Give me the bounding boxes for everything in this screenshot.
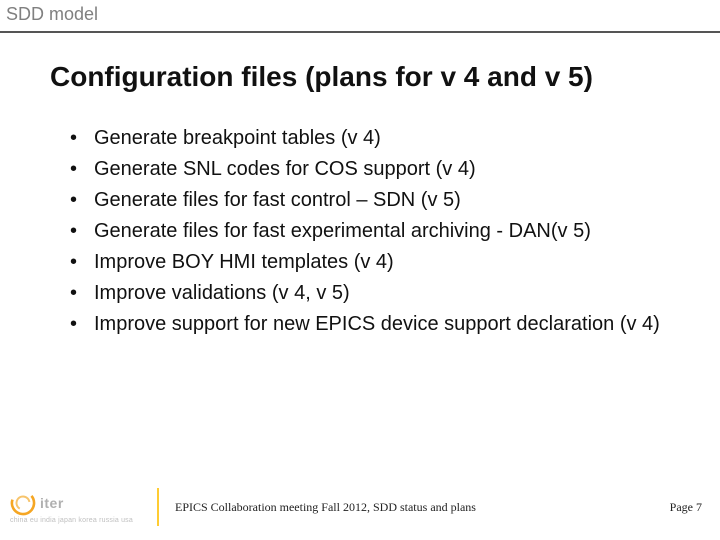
slide-title: Configuration files (plans for v 4 and v…	[0, 33, 720, 113]
list-item: Generate files for fast experimental arc…	[70, 216, 670, 247]
footer-vertical-bar	[157, 488, 159, 526]
logo-countries: china eu india japan korea russia usa	[10, 517, 133, 524]
header-label: SDD model	[0, 0, 720, 31]
logo-block: iter china eu india japan korea russia u…	[10, 490, 133, 524]
page-number: Page 7	[670, 500, 702, 515]
footer-caption: EPICS Collaboration meeting Fall 2012, S…	[175, 500, 476, 515]
logo-text: iter	[40, 495, 64, 511]
footer-left: iter china eu india japan korea russia u…	[10, 488, 476, 526]
list-item: Generate breakpoint tables (v 4)	[70, 123, 670, 154]
list-item: Generate files for fast control – SDN (v…	[70, 185, 670, 216]
list-item: Improve validations (v 4, v 5)	[70, 278, 670, 309]
footer: iter china eu india japan korea russia u…	[0, 486, 720, 528]
bullet-list: Generate breakpoint tables (v 4) Generat…	[0, 113, 720, 340]
list-item: Improve support for new EPICS device sup…	[70, 309, 670, 340]
list-item: Generate SNL codes for COS support (v 4)	[70, 154, 670, 185]
iter-logo-icon	[10, 490, 36, 516]
list-item: Improve BOY HMI templates (v 4)	[70, 247, 670, 278]
logo-row: iter	[10, 490, 64, 516]
